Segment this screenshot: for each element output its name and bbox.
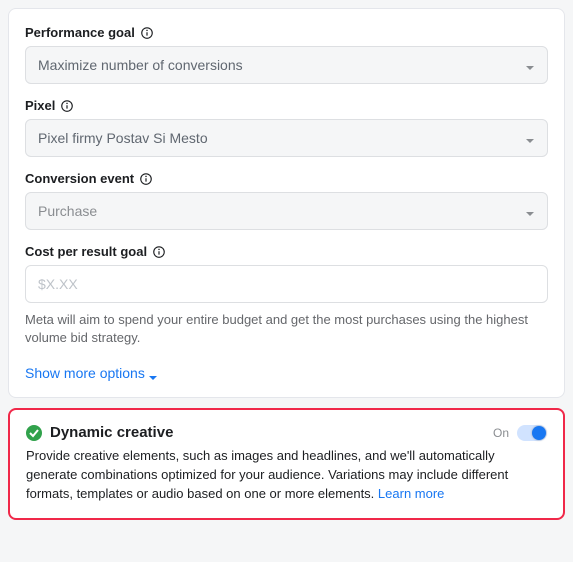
cost-goal-input[interactable] — [25, 265, 548, 303]
performance-goal-label: Performance goal — [25, 25, 135, 40]
cost-goal-field: Cost per result goal Meta will aim to sp… — [25, 244, 548, 347]
info-icon[interactable] — [141, 27, 153, 39]
check-circle-icon — [26, 425, 42, 441]
show-more-label: Show more options — [25, 365, 145, 381]
pixel-value: Pixel firmy Postav Si Mesto — [38, 130, 208, 146]
conversion-event-value: Purchase — [38, 203, 97, 219]
pixel-label: Pixel — [25, 98, 55, 113]
learn-more-link[interactable]: Learn more — [378, 486, 444, 501]
info-icon[interactable] — [61, 100, 73, 112]
cost-goal-helper: Meta will aim to spend your entire budge… — [25, 311, 548, 347]
chevron-down-icon — [525, 206, 535, 216]
performance-goal-value: Maximize number of conversions — [38, 57, 243, 73]
caret-down-icon — [149, 369, 157, 377]
dynamic-creative-card: Dynamic creative On Provide creative ele… — [8, 408, 565, 520]
toggle-knob — [532, 426, 546, 440]
cost-goal-label: Cost per result goal — [25, 244, 147, 259]
conversion-event-select[interactable]: Purchase — [25, 192, 548, 230]
info-icon[interactable] — [140, 173, 152, 185]
dynamic-creative-toggle[interactable] — [517, 425, 547, 441]
info-icon[interactable] — [153, 246, 165, 258]
chevron-down-icon — [525, 60, 535, 70]
optimization-card: Performance goal Maximize number of conv… — [8, 8, 565, 398]
toggle-state-label: On — [493, 426, 509, 440]
dynamic-creative-description: Provide creative elements, such as image… — [26, 447, 547, 504]
conversion-event-label: Conversion event — [25, 171, 134, 186]
pixel-field: Pixel Pixel firmy Postav Si Mesto — [25, 98, 548, 157]
performance-goal-field: Performance goal Maximize number of conv… — [25, 25, 548, 84]
performance-goal-select[interactable]: Maximize number of conversions — [25, 46, 548, 84]
pixel-select[interactable]: Pixel firmy Postav Si Mesto — [25, 119, 548, 157]
dynamic-creative-title: Dynamic creative — [50, 424, 173, 441]
show-more-options-link[interactable]: Show more options — [25, 365, 157, 381]
chevron-down-icon — [525, 133, 535, 143]
conversion-event-field: Conversion event Purchase — [25, 171, 548, 230]
